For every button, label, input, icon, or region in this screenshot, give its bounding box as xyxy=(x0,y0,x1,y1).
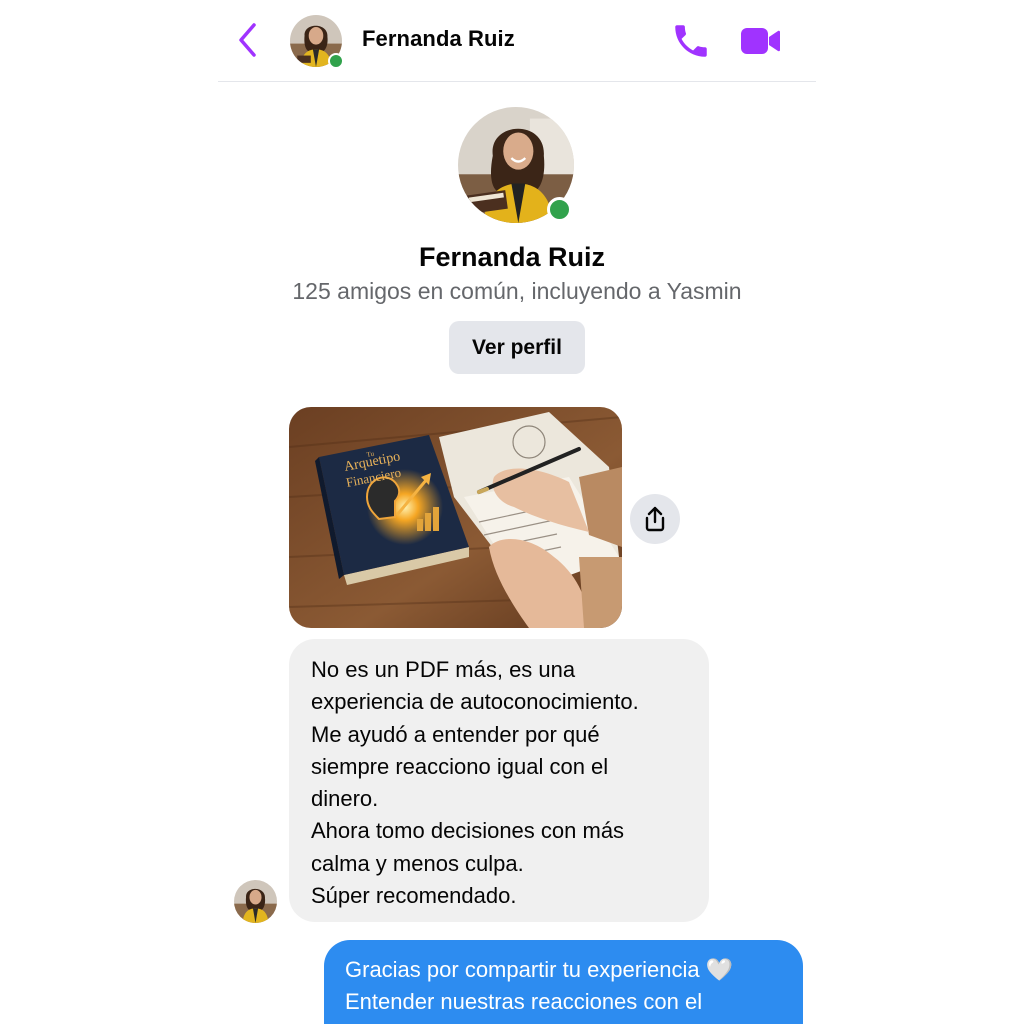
back-button[interactable] xyxy=(232,20,262,60)
voice-call-button[interactable] xyxy=(670,20,712,62)
message-line: Me ayudó a entender por qué xyxy=(311,721,600,747)
video-call-button[interactable] xyxy=(738,22,782,60)
book-photo: Tu Arquetipo Financiero xyxy=(289,407,622,628)
contact-name[interactable]: Fernanda Ruiz xyxy=(362,26,515,52)
sender-avatar[interactable] xyxy=(234,880,277,923)
profile-name: Fernanda Ruiz xyxy=(418,242,606,272)
online-status-dot xyxy=(547,197,572,222)
share-icon xyxy=(645,506,665,532)
chat-header: Fernanda Ruiz xyxy=(218,0,816,82)
outgoing-message[interactable]: Gracias por compartir tu experiencia 🤍 E… xyxy=(324,940,803,1024)
incoming-message[interactable]: No es un PDF más, es una experiencia de … xyxy=(289,639,709,922)
message-line: siempre reacciono igual con el xyxy=(311,753,609,779)
video-camera-icon xyxy=(741,28,780,54)
chevron-left-icon xyxy=(239,23,256,57)
share-button[interactable] xyxy=(630,494,680,544)
image-message[interactable]: Tu Arquetipo Financiero xyxy=(289,407,622,628)
avatar-photo xyxy=(234,880,277,923)
message-line: Entender nuestras reacciones con el xyxy=(345,989,703,1014)
phone-icon xyxy=(675,25,707,57)
view-profile-button[interactable]: Ver perfil xyxy=(449,321,585,374)
message-line: Ahora tomo decisiones con más xyxy=(311,818,625,844)
message-line: experiencia de autoconocimiento. xyxy=(311,689,639,715)
contact-avatar[interactable] xyxy=(290,15,344,69)
online-status-dot xyxy=(328,53,344,69)
message-line: No es un PDF más, es una xyxy=(311,657,576,682)
message-line: Gracias por compartir tu experiencia 🤍 xyxy=(345,957,734,982)
message-line: dinero. xyxy=(311,786,379,812)
mutual-friends-text: 125 amigos en común, incluyendo a Yasmin xyxy=(292,278,742,304)
message-line: calma y menos culpa. xyxy=(311,850,524,876)
profile-avatar[interactable] xyxy=(458,107,576,225)
message-line: Súper recomendado. xyxy=(311,883,517,909)
